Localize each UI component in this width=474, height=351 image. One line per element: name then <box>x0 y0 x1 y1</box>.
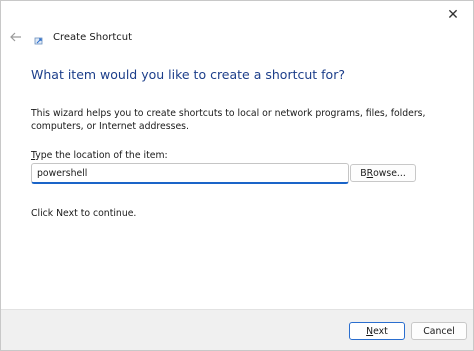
wizard-description: This wizard helps you to create shortcut… <box>31 108 426 132</box>
location-input[interactable] <box>31 163 349 184</box>
next-label-text: ext <box>373 325 388 337</box>
create-shortcut-window: ✕ Create Shortcut What item would you li… <box>0 0 474 351</box>
browse-label-text: owse... <box>373 167 406 179</box>
window-title: Create Shortcut <box>53 31 132 43</box>
location-label-text: ype the location of the item: <box>35 150 168 161</box>
next-label-mnemonic: N <box>366 325 374 337</box>
cancel-label: Cancel <box>423 325 455 337</box>
back-arrow-icon[interactable] <box>7 28 25 46</box>
next-button[interactable]: Next <box>349 322 405 340</box>
title-bar: Create Shortcut <box>7 27 132 47</box>
page-heading: What item would you like to create a sho… <box>31 67 345 82</box>
close-button[interactable]: ✕ <box>433 1 473 29</box>
location-label: Type the location of the item: <box>31 150 168 161</box>
instruction-text: Click Next to continue. <box>31 208 137 219</box>
shortcut-wizard-icon <box>33 31 45 45</box>
browse-button[interactable]: B Rowse... <box>350 164 416 182</box>
close-icon: ✕ <box>447 7 459 23</box>
cancel-button[interactable]: Cancel <box>411 322 467 340</box>
button-footer: Next Cancel <box>1 309 473 350</box>
